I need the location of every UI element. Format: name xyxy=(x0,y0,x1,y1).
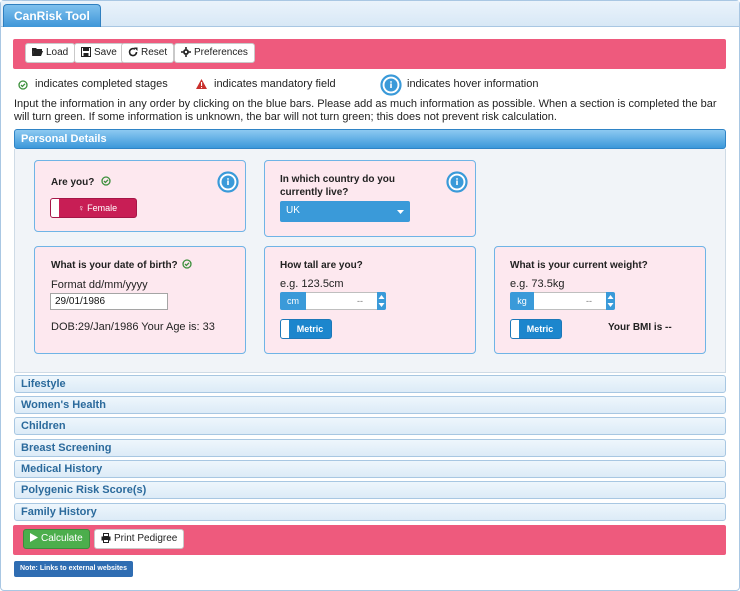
female-icon: ♀ xyxy=(77,203,85,213)
save-button[interactable]: Save xyxy=(74,43,124,63)
info-circle-icon[interactable] xyxy=(217,171,239,193)
bmi-readout: Your BMI is -- xyxy=(608,322,672,333)
country-value: UK xyxy=(286,205,300,216)
header-strip: CanRisk Tool xyxy=(1,1,739,27)
sex-value: Female xyxy=(87,203,118,213)
legend-mandatory: indicates mandatory field xyxy=(196,78,336,90)
spinner-arrows-icon xyxy=(607,295,614,307)
load-button[interactable]: Load xyxy=(25,43,76,63)
dob-input[interactable]: 29/01/1986 xyxy=(50,293,168,310)
height-input[interactable]: -- xyxy=(306,292,378,310)
sex-card xyxy=(34,160,246,232)
legend-hover: indicates hover information xyxy=(380,74,538,96)
section-breast-screening[interactable]: Breast Screening xyxy=(14,439,726,457)
sex-toggle[interactable]: ♀ Female xyxy=(50,198,137,218)
section-children[interactable]: Children xyxy=(14,417,726,435)
section-womens-health[interactable]: Women's Health xyxy=(14,396,726,414)
calculate-label: Calculate xyxy=(41,533,83,544)
legend-completed-text: indicates completed stages xyxy=(35,78,168,90)
weight-question: What is your current weight? xyxy=(510,260,648,271)
height-metric-toggle[interactable]: Metric xyxy=(280,319,332,339)
weight-toggle-label: Metric xyxy=(526,324,554,334)
toggle-knob xyxy=(51,199,59,217)
section-personal-details[interactable]: Personal Details xyxy=(14,129,726,149)
weight-unit: kg xyxy=(510,292,534,310)
height-unit: cm xyxy=(280,292,306,310)
dob-question-text: What is your date of birth? xyxy=(51,260,178,271)
calculate-button[interactable]: Calculate xyxy=(23,529,90,549)
folder-open-icon xyxy=(32,48,43,56)
legend-completed: indicates completed stages xyxy=(18,78,168,90)
gear-icon xyxy=(181,47,191,57)
legend-hover-text: indicates hover information xyxy=(407,78,539,90)
sex-question-text: Are you? xyxy=(51,177,95,188)
action-bar: Calculate Print Pedigree xyxy=(13,525,726,555)
weight-metric-toggle[interactable]: Metric xyxy=(510,319,562,339)
section-lifestyle[interactable]: Lifestyle xyxy=(14,375,726,393)
check-circle-icon xyxy=(182,259,193,269)
save-label: Save xyxy=(94,47,117,58)
height-spinner[interactable] xyxy=(377,292,386,310)
toolbar: Load Save Reset Preferences xyxy=(13,39,726,69)
weight-example: e.g. 73.5kg xyxy=(510,278,565,290)
height-example: e.g. 123.5cm xyxy=(280,278,344,290)
country-select[interactable]: UK xyxy=(280,201,410,222)
reset-button[interactable]: Reset xyxy=(121,43,175,63)
app-window: CanRisk Tool Load Save Reset Preferences… xyxy=(0,0,740,591)
section-medical-history[interactable]: Medical History xyxy=(14,460,726,478)
legend-mandatory-text: indicates mandatory field xyxy=(214,78,336,90)
reset-label: Reset xyxy=(141,47,168,58)
info-circle-icon[interactable] xyxy=(446,171,468,193)
refresh-icon xyxy=(128,47,138,57)
dob-format-hint: Format dd/mm/yyyy xyxy=(51,279,148,291)
preferences-label: Preferences xyxy=(194,47,248,58)
print-pedigree-button[interactable]: Print Pedigree xyxy=(94,529,185,549)
spinner-arrows-icon xyxy=(378,295,385,307)
preferences-button[interactable]: Preferences xyxy=(174,43,255,63)
dob-question: What is your date of birth? xyxy=(51,259,193,272)
print-label: Print Pedigree xyxy=(114,533,178,544)
height-question: How tall are you? xyxy=(280,260,363,271)
caret-down-icon xyxy=(397,210,404,214)
dob-summary: DOB:29/Jan/1986 Your Age is: 33 xyxy=(51,321,215,333)
printer-icon xyxy=(101,533,111,543)
section-polygenic-risk-scores[interactable]: Polygenic Risk Score(s) xyxy=(14,481,726,499)
floppy-disk-icon xyxy=(81,47,91,57)
section-family-history[interactable]: Family History xyxy=(14,503,726,521)
weight-input[interactable]: -- xyxy=(534,292,607,310)
height-toggle-label: Metric xyxy=(296,324,324,334)
sex-question: Are you? xyxy=(51,176,111,189)
sex-toggle-label: ♀ Female xyxy=(59,199,136,217)
intro-text: Input the information in any order by cl… xyxy=(14,98,717,123)
country-question: In which country do you currently live? xyxy=(280,174,395,198)
warning-triangle-icon xyxy=(196,79,207,89)
play-icon xyxy=(30,533,38,542)
load-label: Load xyxy=(46,47,69,58)
toggle-knob xyxy=(511,320,519,338)
app-tab[interactable]: CanRisk Tool xyxy=(3,4,101,27)
external-links-note-button[interactable]: Note: Links to external websites xyxy=(14,561,133,577)
toggle-knob xyxy=(281,320,289,338)
check-circle-icon xyxy=(18,80,28,90)
check-circle-icon xyxy=(101,176,111,186)
weight-spinner[interactable] xyxy=(606,292,615,310)
